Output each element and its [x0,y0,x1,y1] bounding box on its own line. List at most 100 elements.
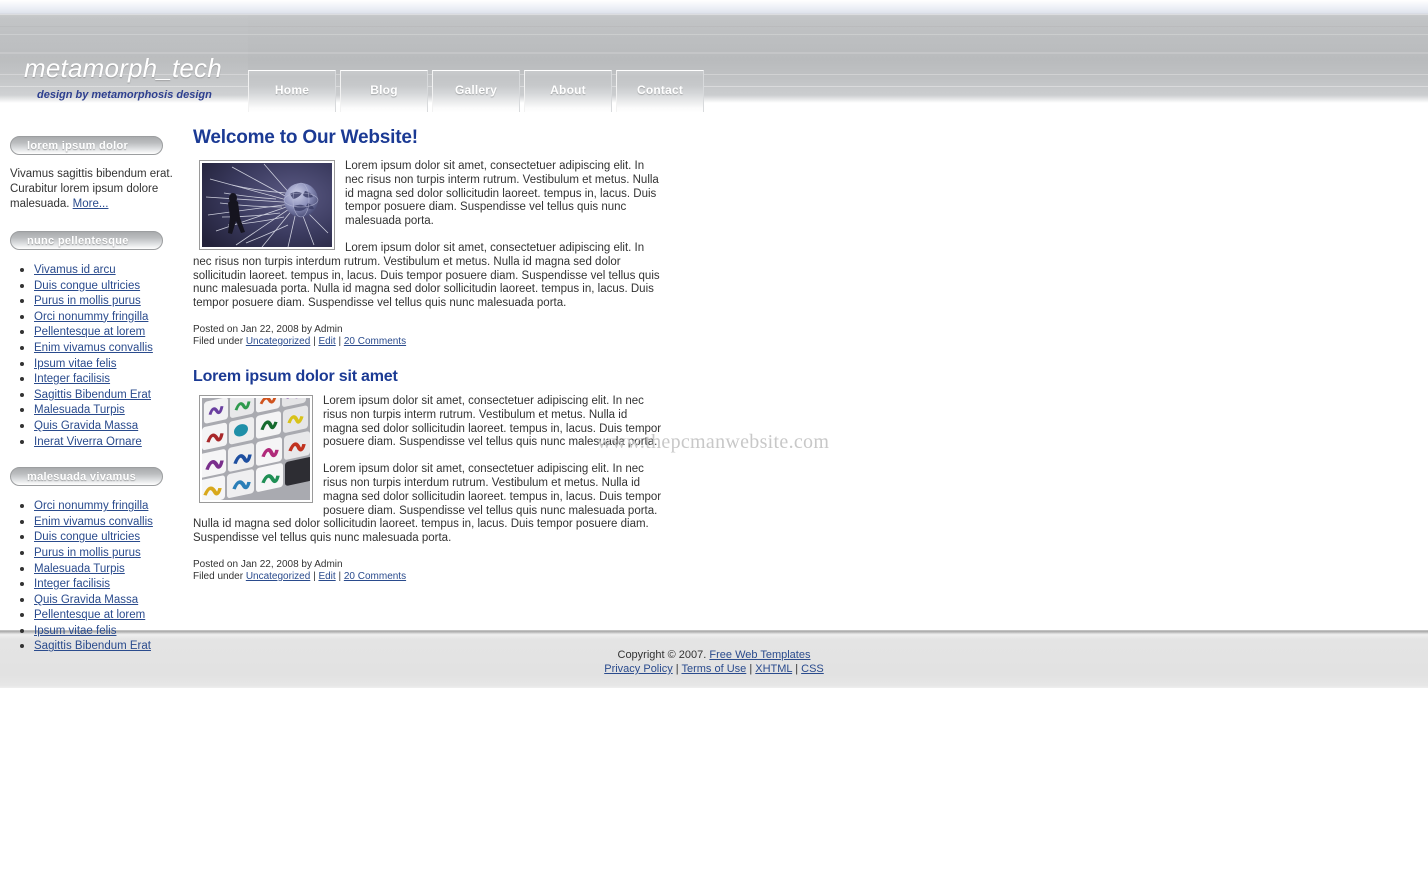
site-tagline: design by metamorphosis design [37,89,212,101]
sidebar-link[interactable]: Pellentesque at lorem [34,609,145,621]
sidebar: lorem ipsum dolor Vivamus sagittis biben… [0,112,185,655]
footer-copyright: Copyright © 2007. Free Web Templates [0,648,1428,662]
sidebar-link[interactable]: Sagittis Bibendum Erat [34,389,151,401]
list-item: Integer facilisis [34,577,185,593]
sidebar-link[interactable]: Orci nonummy fringilla [34,311,148,323]
list-item: Enim vivamus convallis [34,515,185,531]
main-navigation: Home Blog Gallery About Contact [248,70,704,112]
nav-item-label: About [550,83,586,97]
page-title: Welcome to Our Website! [193,127,418,148]
nav-item-blog[interactable]: Blog [340,70,428,112]
footer-separator: | [746,663,756,675]
list-item: Enim vivamus convallis [34,341,185,357]
sidebar-link[interactable]: Ipsum vitae felis [34,358,116,370]
sidebar-link[interactable]: Purus in mollis purus [34,295,141,307]
list-item: Pellentesque at lorem [34,325,185,341]
sidebar-link[interactable]: Duis congue ultricies [34,531,140,543]
post-comments-link[interactable]: 20 Comments [344,336,406,347]
post-comments-link[interactable]: 20 Comments [344,571,406,582]
list-item: Duis congue ultricies [34,530,185,546]
sidebar-link[interactable]: Ipsum vitae felis [34,625,116,637]
list-item: Pellentesque at lorem [34,608,185,624]
sidebar-panel-heading-nunc-pellentesque: nunc pellentesque [10,231,163,250]
list-item: Purus in mollis purus [34,294,185,310]
below-fold-blank-area [0,688,1428,896]
nav-item-home[interactable]: Home [248,70,336,112]
list-item: Vivamus id arcu [34,263,185,279]
list-item: Malesuada Turpis [34,562,185,578]
nav-item-label: Home [274,83,310,97]
nav-item-gallery[interactable]: Gallery [432,70,520,112]
nav-item-label: Blog [370,83,398,97]
post-category-link[interactable]: Uncategorized [246,336,310,347]
sidebar-link[interactable]: Sagittis Bibendum Erat [34,640,151,652]
sidebar-link[interactable]: Malesuada Turpis [34,404,125,416]
footer-links: Privacy Policy | Terms of Use | XHTML | … [0,662,1428,676]
footer-link-css[interactable]: CSS [801,663,824,675]
post-posted-on: Posted on Jan 22, 2008 by Admin [193,558,343,570]
site-watermark: www.thepcmanwebsite.com [597,431,830,453]
sidebar-link[interactable]: Quis Gravida Massa [34,420,138,432]
post-article: Lorem ipsum dolor sit amet Lorem ipsum d… [193,368,663,583]
post-thumbnail-spider-web-globe [199,160,335,250]
list-item: Sagittis Bibendum Erat [34,639,185,655]
list-item: Sagittis Bibendum Erat [34,388,185,404]
list-item: Quis Gravida Massa [34,593,185,609]
nav-item-label: Gallery [454,83,498,97]
nav-item-label: Contact [636,83,684,97]
post-posted-on: Posted on Jan 22, 2008 by Admin [193,323,343,335]
list-item: Orci nonummy fringilla [34,310,185,326]
sidebar-panel-heading-label: nunc pellentesque [27,235,129,247]
page-body: lorem ipsum dolor Vivamus sagittis biben… [0,112,1428,652]
sidebar-link[interactable]: Orci nonummy fringilla [34,500,148,512]
filed-under-label: Filed under [193,335,246,347]
post-article: Welcome to Our Website! Lorem ipsum dolo… [193,127,663,348]
sidebar-link[interactable]: Pellentesque at lorem [34,326,145,338]
post-category-link[interactable]: Uncategorized [246,571,310,582]
sidebar-link[interactable]: Integer facilisis [34,373,110,385]
post-filed-under: Filed under Uncategorized | Edit | 20 Co… [193,571,663,583]
filed-under-label: Filed under [193,570,246,582]
main-content: Welcome to Our Website! Lorem ipsum dolo… [193,112,1293,603]
post-filed-under: Filed under Uncategorized | Edit | 20 Co… [193,336,663,348]
meta-separator: | [335,335,344,347]
sidebar-link[interactable]: Integer facilisis [34,578,110,590]
sidebar-link[interactable]: Enim vivamus convallis [34,342,153,354]
sidebar-panel-heading-label: malesuada vivamus [27,471,137,484]
sidebar-link[interactable]: Quis Gravida Massa [34,594,138,606]
footer-link-xhtml[interactable]: XHTML [755,663,792,675]
list-item: Inerat Viverra Ornare [34,435,185,451]
sidebar-link[interactable]: Duis congue ultricies [34,280,140,292]
sidebar-link[interactable]: Enim vivamus convallis [34,516,153,528]
list-item: Malesuada Turpis [34,403,185,419]
sidebar-link[interactable]: Purus in mollis purus [34,547,141,559]
sidebar-panel-heading-malesuada-vivamus: malesuada vivamus [10,467,163,487]
site-header: metamorph_tech design by metamorphosis d… [0,0,1428,112]
footer-link-privacy-policy[interactable]: Privacy Policy [604,663,672,675]
footer-link-terms-of-use[interactable]: Terms of Use [681,663,746,675]
colorful-keyboard-icon [202,397,310,500]
sidebar-panel-text: Vivamus sagittis bibendum erat. Curabitu… [0,155,185,212]
sidebar-link[interactable]: Malesuada Turpis [34,563,125,575]
sidebar-panel-heading-label: lorem ipsum dolor [27,140,129,152]
list-item: Quis Gravida Massa [34,419,185,435]
footer-template-link[interactable]: Free Web Templates [709,649,810,661]
post-edit-link[interactable]: Edit [318,571,335,582]
sidebar-link[interactable]: Inerat Viverra Ornare [34,436,142,448]
nav-item-about[interactable]: About [524,70,612,112]
list-item: Ipsum vitae felis [34,357,185,373]
list-item: Orci nonummy fringilla [34,499,185,515]
post-metadata: Posted on Jan 22, 2008 by Admin Filed un… [193,324,663,348]
list-item: Duis congue ultricies [34,279,185,295]
footer-separator: | [792,663,802,675]
post-edit-link[interactable]: Edit [318,336,335,347]
nav-item-contact[interactable]: Contact [616,70,704,112]
sidebar-more-link[interactable]: More... [73,198,109,210]
sidebar-link-list-malesuada-vivamus: Orci nonummy fringilla Enim vivamus conv… [0,499,185,655]
footer-copyright-text: Copyright © 2007. [617,649,710,661]
post-paragraph: Lorem ipsum dolor sit amet, consectetuer… [193,241,660,310]
sidebar-link[interactable]: Vivamus id arcu [34,264,116,276]
post-title: Lorem ipsum dolor sit amet [193,367,398,385]
